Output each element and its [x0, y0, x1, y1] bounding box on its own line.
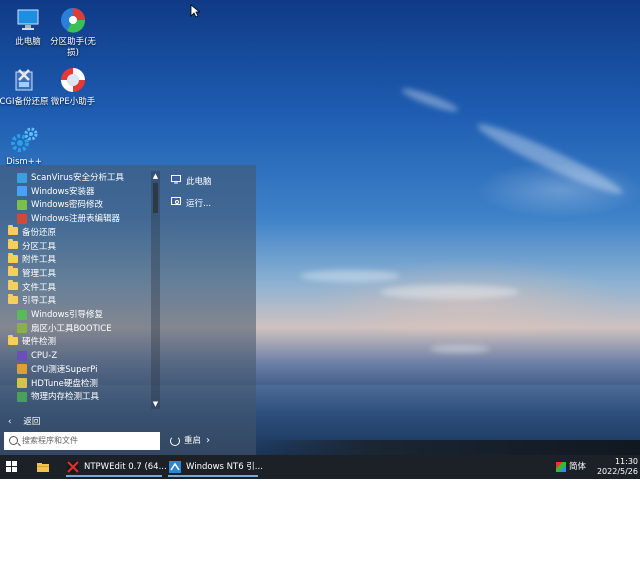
folder-icon: [36, 460, 50, 474]
app-label: Windows引导修复: [31, 310, 103, 320]
start-menu-app[interactable]: Windows引导修复: [2, 308, 103, 322]
shoreline: [250, 440, 640, 455]
start-menu-folder[interactable]: 硬件检测: [2, 334, 57, 349]
search-icon: [9, 436, 18, 445]
folder-icon: [8, 239, 18, 249]
start-menu-run[interactable]: 运行...: [170, 197, 211, 211]
search-input[interactable]: 搜索程序和文件: [4, 432, 160, 450]
power-icon: [170, 435, 180, 446]
start-menu-app[interactable]: Windows安装器: [2, 185, 94, 199]
ntpwedit-icon: [66, 460, 80, 474]
start-menu-app[interactable]: Windows密码修改: [2, 198, 103, 212]
start-menu-app[interactable]: ScanVirus安全分析工具: [2, 171, 124, 185]
scroll-down-arrow-icon[interactable]: ▼: [151, 399, 160, 409]
app-label: CPU测速SuperPi: [31, 364, 98, 375]
app-label: 硬件检测: [22, 337, 57, 348]
app-label: Windows密码修改: [31, 200, 103, 211]
start-menu-folder[interactable]: 备份还原: [2, 225, 57, 240]
start-menu-app-list: ScanVirus安全分析工具 Windows安装器 Windows密码修改 Wind…: [2, 171, 152, 571]
folder-icon: [8, 252, 18, 263]
folder-icon: [8, 280, 18, 291]
start-menu-app[interactable]: 扇区小工具BOOTICE: [2, 322, 112, 336]
taskbar: NTPWEdit 0.7 (64... Windows NT6 引... 简体 …: [0, 455, 640, 479]
app-icon: [17, 391, 27, 402]
scroll-thumb[interactable]: [153, 183, 158, 213]
restart-button[interactable]: 重启: [170, 434, 201, 448]
computer-icon: [14, 6, 42, 34]
start-menu-app[interactable]: Windows注册表编辑器: [2, 212, 120, 226]
taskbar-windows-nt6[interactable]: Windows NT6 引...: [168, 457, 263, 477]
app-label: 备份还原: [22, 227, 57, 238]
power-options-chevron-icon[interactable]: ›: [206, 434, 210, 448]
app-label: ScanVirus安全分析工具: [31, 173, 124, 183]
app-label: 物理内存检测工具: [31, 392, 100, 403]
folder-icon: [8, 293, 18, 304]
app-icon: [17, 213, 27, 224]
start-menu-scrollbar[interactable]: ▲ ▼: [151, 171, 160, 409]
start-button[interactable]: [6, 461, 18, 473]
app-icon: [17, 172, 27, 183]
tray-clock[interactable]: 11:30 2022/5/26: [594, 457, 638, 477]
run-icon: [170, 197, 182, 211]
start-menu-folder[interactable]: 附件工具: [2, 252, 57, 267]
desktop-icon-wepe-helper[interactable]: 微PE小助手: [45, 66, 101, 108]
start-menu-app[interactable]: HDTune硬盘检测: [2, 377, 98, 391]
taskbar-ntpwedit[interactable]: NTPWEdit 0.7 (64...: [66, 457, 167, 477]
folder-icon: [8, 225, 18, 236]
app-icon: [17, 199, 27, 210]
start-menu: ScanVirus安全分析工具 Windows安装器 Windows密码修改 Wind…: [0, 165, 256, 455]
app-icon: [17, 309, 27, 320]
partition-assistant-icon: [59, 6, 87, 34]
app-label: 附件工具: [22, 255, 57, 266]
start-menu-this-pc[interactable]: 此电脑: [170, 175, 212, 189]
app-label: 文件工具: [22, 282, 57, 293]
app-icon: [17, 350, 27, 361]
desktop-icon-dism[interactable]: Dism++: [0, 126, 52, 168]
start-menu-app[interactable]: CPU-Z: [2, 349, 57, 363]
windows-nt6-icon: [168, 460, 182, 474]
start-menu-app[interactable]: CPU测速SuperPi: [2, 363, 98, 377]
start-menu-app[interactable]: 物理内存检测工具: [2, 390, 99, 404]
app-label: CPU-Z: [31, 351, 58, 362]
lifebuoy-icon: [59, 66, 87, 94]
start-menu-folder[interactable]: 文件工具: [2, 280, 57, 295]
start-menu-folder[interactable]: 管理工具: [2, 266, 57, 281]
app-label: Windows安装器: [31, 186, 95, 197]
back-button[interactable]: ‹ 返回: [8, 416, 40, 428]
color-palette-icon: [556, 461, 566, 472]
folder-icon: [8, 334, 18, 345]
app-label: 分区工具: [22, 241, 57, 252]
app-icon: [17, 364, 27, 375]
app-label: HDTune硬盘检测: [31, 378, 98, 389]
app-icon: [17, 378, 27, 388]
tray-language[interactable]: 简体: [556, 461, 586, 473]
app-label: Windows注册表编辑器: [31, 214, 120, 225]
computer-icon: [170, 175, 182, 189]
start-menu-folder[interactable]: 引导工具: [2, 293, 57, 308]
gears-icon: [10, 126, 38, 154]
cgi-backup-icon: [10, 66, 38, 94]
app-icon: [17, 186, 27, 197]
folder-icon: [8, 266, 18, 277]
scroll-up-arrow-icon[interactable]: ▲: [151, 171, 160, 181]
active-indicator: [66, 475, 162, 477]
desktop-icon-partition-assistant[interactable]: 分区助手(无损): [45, 6, 101, 59]
app-label: 引导工具: [22, 296, 57, 307]
mouse-cursor-icon: [190, 4, 201, 18]
app-label: 扇区小工具BOOTICE: [31, 323, 112, 334]
active-indicator: [168, 475, 258, 477]
taskbar-file-explorer[interactable]: [36, 457, 56, 477]
app-icon: [17, 323, 27, 334]
app-label: 管理工具: [22, 268, 57, 279]
start-menu-folder[interactable]: 分区工具: [2, 239, 57, 254]
chevron-left-icon: ‹: [8, 417, 12, 427]
